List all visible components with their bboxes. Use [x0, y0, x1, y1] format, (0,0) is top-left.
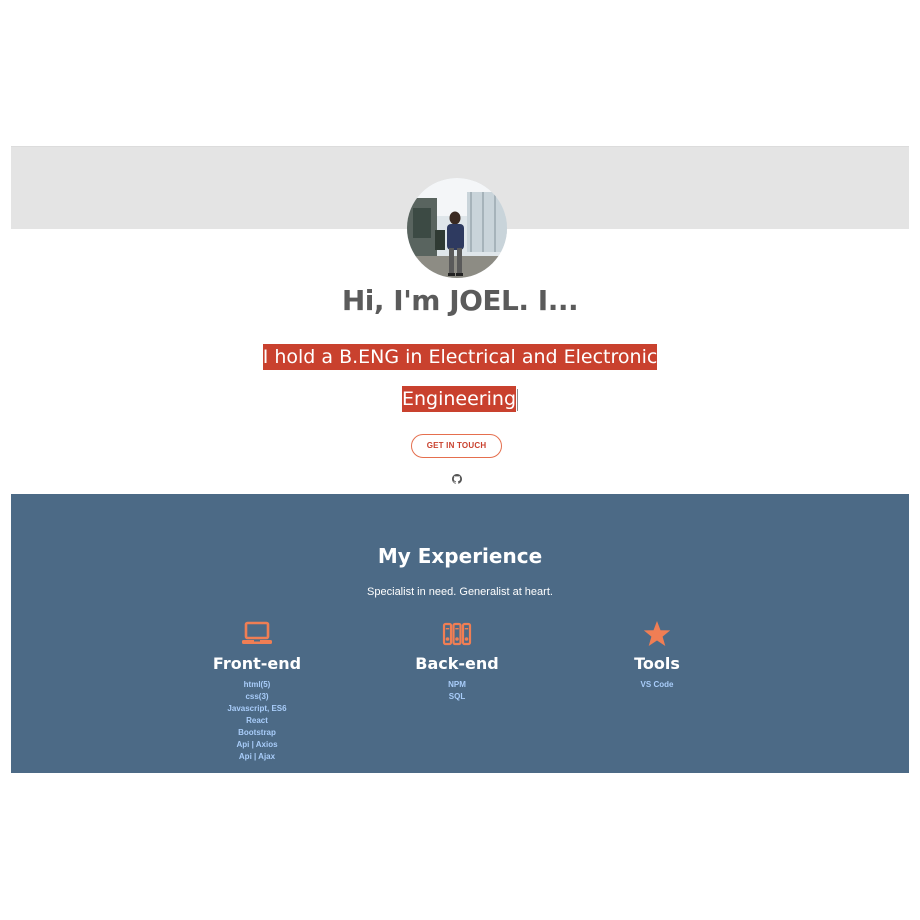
avatar: [407, 178, 507, 278]
hero-title: Hi, I'm JOEL. I...: [341, 284, 579, 317]
skills-list: html(5) css(3) Javascript, ES6 React Boo…: [177, 679, 337, 763]
list-item[interactable]: html(5): [177, 679, 337, 691]
skills-column-title: Back-end: [415, 654, 499, 673]
skills-column-back-end: Back-end NPM SQL: [377, 620, 537, 703]
list-item[interactable]: Bootstrap: [177, 727, 337, 739]
laptop-icon: [242, 621, 272, 644]
profile-photo: [407, 178, 507, 278]
experience-title: My Experience: [377, 544, 543, 568]
get-in-touch-button[interactable]: GET IN TOUCH: [411, 434, 502, 458]
experience-section: My Experience Specialist in need. Genera…: [11, 494, 909, 773]
skills-column-tools: Tools VS Code: [577, 620, 737, 691]
skills-column-title: Tools: [634, 654, 680, 673]
hero-subtitle-line2: Engineering: [402, 386, 516, 412]
list-item[interactable]: Api | Ajax: [177, 751, 337, 763]
server-icon: [442, 622, 472, 646]
experience-subtitle: Specialist in need. Generalist at heart.: [367, 586, 553, 598]
github-icon[interactable]: [452, 474, 462, 484]
star-icon: [643, 621, 671, 646]
typing-caret: [517, 388, 518, 411]
list-item[interactable]: Api | Axios: [177, 739, 337, 751]
skills-column-front-end: Front-end html(5) css(3) Javascript, ES6…: [177, 620, 337, 763]
skills-list: VS Code: [577, 679, 737, 691]
skills-list: NPM SQL: [377, 679, 537, 703]
list-item[interactable]: NPM: [377, 679, 537, 691]
skills-column-title: Front-end: [212, 654, 302, 673]
list-item[interactable]: React: [177, 715, 337, 727]
list-item[interactable]: VS Code: [577, 679, 737, 691]
list-item[interactable]: Javascript, ES6: [177, 703, 337, 715]
hero-typed-text: I hold a B.ENG in Electrical and Electro…: [11, 336, 909, 420]
hero-subtitle-line1: I hold a B.ENG in Electrical and Electro…: [262, 344, 658, 370]
page-frame: Hi, I'm JOEL. I... I hold a B.ENG in Ele…: [11, 146, 909, 773]
list-item[interactable]: css(3): [177, 691, 337, 703]
list-item[interactable]: SQL: [377, 691, 537, 703]
